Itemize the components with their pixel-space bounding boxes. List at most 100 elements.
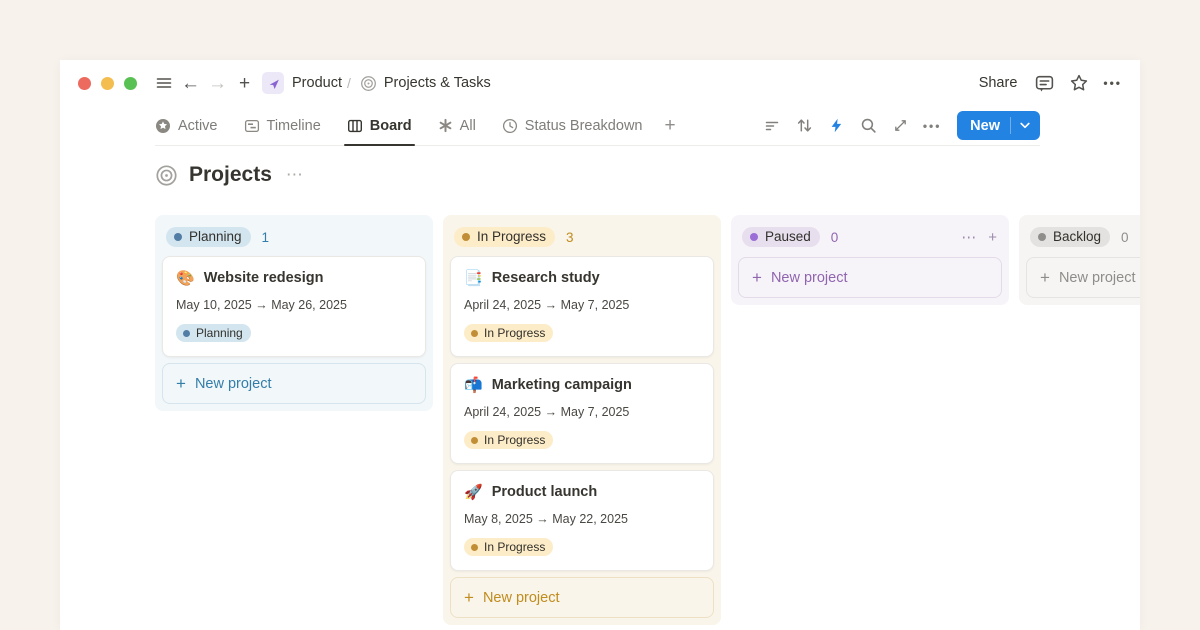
kanban-board: Planning1 🎨 Website redesign May 10, 2025 →… xyxy=(155,215,1140,630)
filter-button[interactable] xyxy=(759,113,785,139)
card-date-range: April 24, 2025 → May 7, 2025 xyxy=(464,298,700,312)
close-window-button[interactable] xyxy=(78,77,91,90)
status-pill[interactable]: Paused xyxy=(742,227,820,247)
workspace-icon xyxy=(262,72,284,94)
new-button[interactable]: New xyxy=(957,111,1040,140)
card-title: Marketing campaign xyxy=(492,377,632,393)
expand-button[interactable] xyxy=(887,113,913,139)
new-project-label: New project xyxy=(483,590,560,606)
board-column-backlog: Backlog 0 +New project xyxy=(1019,215,1140,305)
project-card[interactable]: 📬 Marketing campaign April 24, 2025 → May … xyxy=(450,363,714,464)
status-dot-icon xyxy=(462,233,470,241)
timeline-icon xyxy=(244,118,260,134)
automations-button[interactable] xyxy=(823,113,849,139)
new-page-button[interactable]: + xyxy=(231,70,258,97)
card-date-range: May 10, 2025 → May 26, 2025 xyxy=(176,298,412,312)
status-pill[interactable]: Planning xyxy=(166,227,251,247)
card-status-tag-label: In Progress xyxy=(484,326,545,340)
plus-icon: + xyxy=(176,375,186,392)
tab-label: All xyxy=(460,118,476,134)
project-card[interactable]: 🎨 Website redesign May 10, 2025 → May 26, … xyxy=(162,256,426,357)
more-options-button[interactable]: ••• xyxy=(1103,76,1122,90)
board-column-planning: Planning1 🎨 Website redesign May 10, 2025 →… xyxy=(155,215,433,411)
view-more-button[interactable]: ••• xyxy=(919,113,945,139)
card-date-range: April 24, 2025 → May 7, 2025 xyxy=(464,405,700,419)
nav-back-button[interactable]: ← xyxy=(177,70,204,97)
board-column-paused: Paused0⋯++New project xyxy=(731,215,1009,305)
board-column-in-progress: In Progress 3 📑Research studyApril 24, 202… xyxy=(443,215,721,625)
share-button[interactable]: Share xyxy=(979,75,1018,91)
expand-arrows-icon xyxy=(893,118,908,133)
nav-forward-button[interactable]: → xyxy=(204,70,231,97)
new-project-label: New project xyxy=(195,376,272,392)
breadcrumb-page[interactable]: Projects & Tasks xyxy=(360,75,491,92)
tab-label: Timeline xyxy=(267,118,321,134)
new-project-label: New project xyxy=(771,270,848,286)
search-button[interactable] xyxy=(855,113,881,139)
column-more-button[interactable]: ⋯ xyxy=(961,230,976,245)
search-icon xyxy=(860,117,877,134)
column-count: 0 xyxy=(831,230,839,245)
tab-board[interactable]: Board xyxy=(347,106,412,145)
new-project-button[interactable]: +New project xyxy=(1026,257,1140,298)
plus-icon: + xyxy=(239,74,250,93)
page-title-menu-button[interactable]: ⋯ xyxy=(286,165,303,185)
card-emoji-icon: 📑 xyxy=(464,271,483,286)
card-emoji-icon: 🎨 xyxy=(176,271,195,286)
forward-arrow-icon: → xyxy=(208,74,227,93)
column-add-button[interactable]: + xyxy=(988,230,997,245)
column-actions: ⋯+ xyxy=(961,230,997,245)
tab-timeline[interactable]: Timeline xyxy=(244,106,321,145)
chevron-down-icon[interactable] xyxy=(1011,122,1040,129)
new-button-label: New xyxy=(957,118,1010,134)
plus-icon: + xyxy=(1040,269,1050,286)
column-count: 0 xyxy=(1121,230,1129,245)
card-title: Website redesign xyxy=(204,270,324,286)
target-icon xyxy=(155,164,178,187)
column-header: Paused0⋯+ xyxy=(738,222,1002,256)
breadcrumb-separator: / xyxy=(347,75,351,91)
card-status-tag: In Progress xyxy=(464,431,553,449)
star-circle-icon xyxy=(155,118,171,134)
status-pill[interactable]: In Progress xyxy=(454,227,555,247)
comments-button[interactable] xyxy=(1034,73,1055,94)
tab-label: Status Breakdown xyxy=(525,118,643,134)
tab-active[interactable]: Active xyxy=(155,106,218,145)
status-pill-label: Backlog xyxy=(1053,229,1101,244)
status-dot-icon xyxy=(174,233,182,241)
breadcrumb-workspace[interactable]: Product xyxy=(292,75,342,91)
project-card[interactable]: 📑Research studyApril 24, 2025 → May 7, 2… xyxy=(450,256,714,357)
tab-all[interactable]: All xyxy=(438,106,476,145)
ellipsis-icon: ••• xyxy=(923,119,942,133)
status-dot-icon xyxy=(471,330,478,337)
tab-status-breakdown[interactable]: Status Breakdown xyxy=(502,106,643,145)
window-controls xyxy=(78,77,137,90)
status-pill[interactable]: Backlog xyxy=(1030,227,1110,247)
plus-icon: + xyxy=(752,269,762,286)
status-dot-icon xyxy=(750,233,758,241)
sort-button[interactable] xyxy=(791,113,817,139)
sidebar-toggle-button[interactable] xyxy=(150,70,177,97)
sort-icon xyxy=(796,117,813,134)
new-project-button[interactable]: + New project xyxy=(162,363,426,404)
tab-label: Active xyxy=(178,118,218,134)
column-header: Planning1 xyxy=(162,222,426,256)
project-card[interactable]: 🚀Product launchMay 8, 2025 → May 22, 202… xyxy=(450,470,714,571)
board-icon xyxy=(347,118,363,134)
add-view-button[interactable]: + xyxy=(664,115,675,137)
column-header: Backlog 0 xyxy=(1026,222,1140,256)
clock-icon xyxy=(502,118,518,134)
new-project-button[interactable]: +New project xyxy=(450,577,714,618)
column-count: 3 xyxy=(566,230,574,245)
new-project-button[interactable]: + New project xyxy=(738,257,1002,298)
minimize-window-button[interactable] xyxy=(101,77,114,90)
status-pill-label: In Progress xyxy=(477,229,546,244)
page-title-row: Projects ⋯ xyxy=(155,163,1140,187)
app-window: ← → + Product / Projects & Tasks Share •… xyxy=(60,60,1140,630)
card-emoji-icon: 📬 xyxy=(464,378,483,393)
card-status-tag: In Progress xyxy=(464,538,553,556)
zoom-window-button[interactable] xyxy=(124,77,137,90)
favorite-button[interactable] xyxy=(1069,73,1089,93)
status-dot-icon xyxy=(1038,233,1046,241)
asterisk-icon xyxy=(438,118,453,133)
